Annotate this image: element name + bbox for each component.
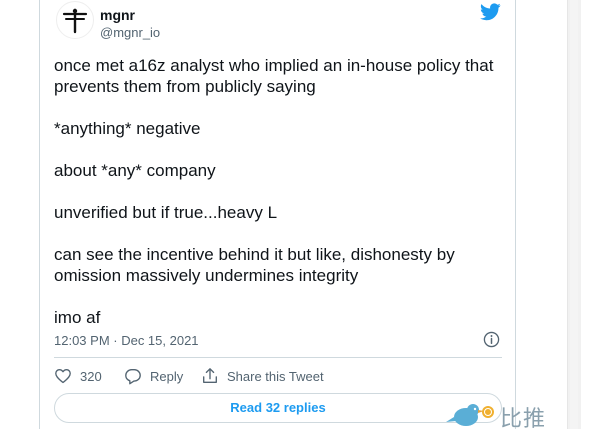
user-handle[interactable]: @mgnr_io — [100, 25, 160, 40]
scrollbar-thumb[interactable] — [570, 0, 578, 429]
tweet-timestamp[interactable]: 12:03 PM · Dec 15, 2021 — [54, 333, 199, 348]
heart-icon — [55, 369, 71, 384]
comment-icon — [125, 369, 141, 385]
read-replies-button[interactable]: Read 32 replies — [54, 393, 502, 423]
avatar[interactable] — [56, 1, 94, 39]
reply-label: Reply — [150, 368, 184, 384]
page: mgnr @mgnr_io once met a16z analyst who … — [0, 0, 600, 429]
tweet-text: once met a16z analyst who implied an in-… — [54, 55, 499, 328]
tweet-paragraph: imo af — [54, 308, 101, 327]
share-button[interactable]: Share this Tweet — [201, 366, 324, 386]
twitter-bird-icon[interactable] — [480, 3, 501, 21]
reply-button[interactable]: Reply — [124, 366, 183, 386]
info-icon[interactable] — [483, 331, 500, 348]
display-name[interactable]: mgnr — [100, 7, 135, 23]
tweet-paragraph: unverified but if true...heavy L — [54, 203, 278, 222]
tweet-paragraph: can see the incentive behind it but like… — [54, 245, 455, 285]
scrollbar[interactable] — [567, 0, 581, 429]
divider — [54, 357, 502, 358]
share-label: Share this Tweet — [227, 368, 324, 384]
dragonfly-icon — [62, 8, 88, 34]
share-icon — [203, 368, 217, 383]
tweet-paragraph: *anything* negative — [54, 119, 201, 138]
tweet-paragraph: about *any* company — [54, 161, 216, 180]
watermark-text: 比推 — [500, 407, 547, 429]
like-button[interactable]: 320 — [54, 366, 102, 386]
like-count: 320 — [80, 368, 102, 384]
tweet-paragraph: once met a16z analyst who implied an in-… — [54, 56, 494, 96]
